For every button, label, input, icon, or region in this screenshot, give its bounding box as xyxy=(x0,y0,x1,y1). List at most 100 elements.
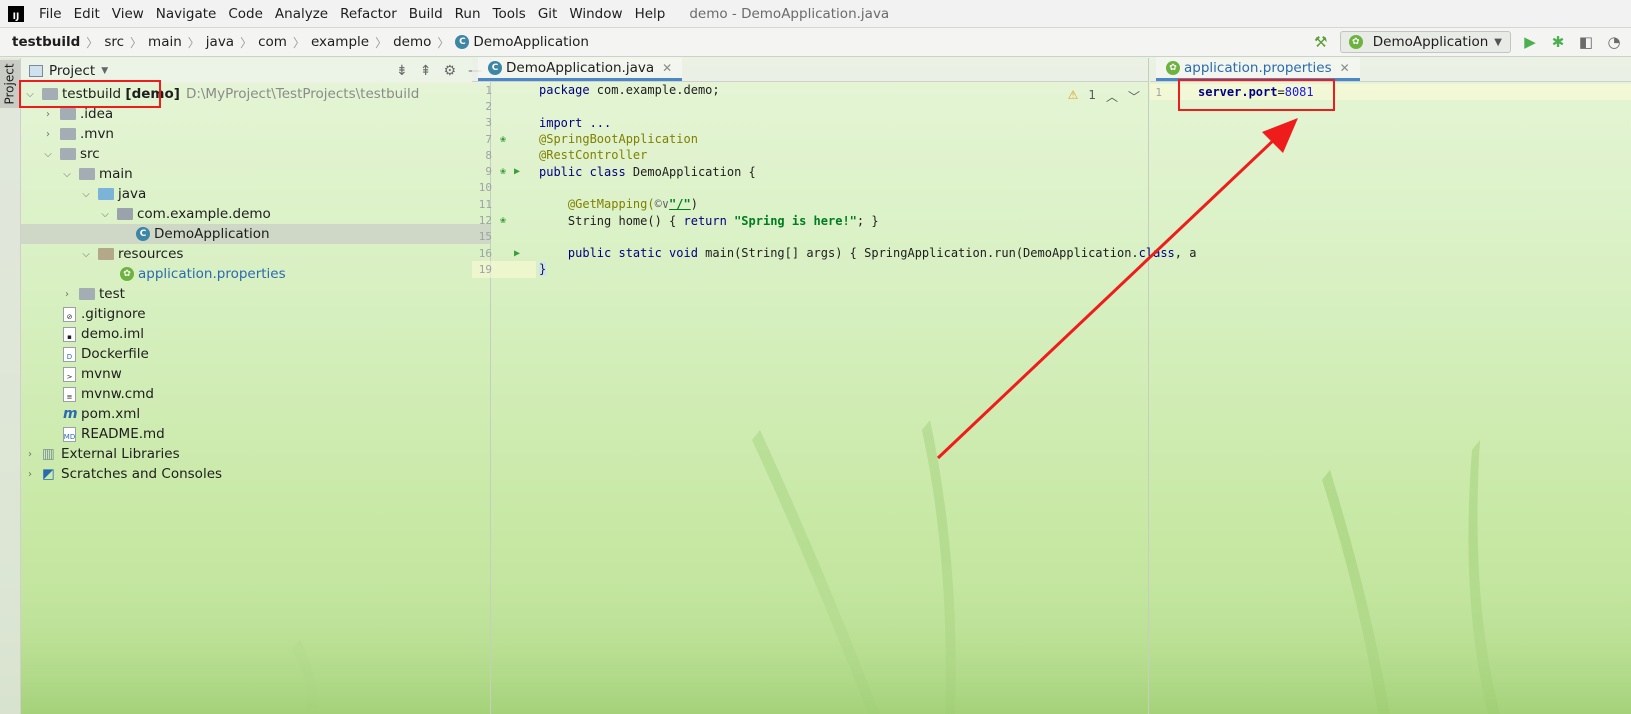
tree-item-pom-xml[interactable]: m pom.xml xyxy=(21,404,490,424)
chevron-right-icon[interactable]: › xyxy=(42,129,54,140)
chevron-right-icon[interactable]: › xyxy=(61,289,73,300)
chevron-right-icon[interactable]: › xyxy=(42,109,54,120)
chevron-down-icon[interactable]: ⌵ xyxy=(61,169,73,180)
editor-tab-bar: C DemoApplication.java ✕ xyxy=(472,57,1148,82)
code-line: @GetMapping(©∨ "/") xyxy=(539,197,698,212)
menu-analyze[interactable]: Analyze xyxy=(269,0,334,28)
tree-item-label: java xyxy=(118,186,147,202)
folder-icon xyxy=(60,128,76,140)
collapse-all-icon[interactable]: ⇞ xyxy=(420,63,432,79)
chevron-down-icon[interactable]: ⌵ xyxy=(42,149,54,160)
breadcrumb-example[interactable]: example xyxy=(311,34,369,50)
tab-label: application.properties xyxy=(1184,59,1332,76)
tree-item-mvnw-cmd[interactable]: ≡ mvnw.cmd xyxy=(21,384,490,404)
tree-item-label: External Libraries xyxy=(61,446,180,462)
close-icon[interactable]: ✕ xyxy=(1340,61,1350,75)
breadcrumb-src[interactable]: src xyxy=(104,34,124,50)
project-panel-title[interactable]: Project xyxy=(49,63,95,79)
project-tool-window-tab[interactable]: Project xyxy=(0,60,20,108)
menu-git[interactable]: Git xyxy=(532,0,564,28)
tree-item-main[interactable]: ⌵ main xyxy=(21,164,490,184)
code-line: import ... xyxy=(539,115,612,130)
tab-demo-application-java[interactable]: C DemoApplication.java ✕ xyxy=(478,57,683,81)
line-number: 8 xyxy=(485,148,492,162)
profile-icon[interactable]: ◔ xyxy=(1605,33,1623,51)
menu-run[interactable]: Run xyxy=(449,0,487,28)
tree-item-java[interactable]: ⌵ java xyxy=(21,184,490,204)
chevron-right-icon: 〉 xyxy=(86,35,99,50)
tree-item-label: application.properties xyxy=(138,266,286,282)
project-panel: Project ▼ ⇟ ⇞ ⚙ — ⌵ testbuild [demo] D:\… xyxy=(21,58,491,714)
tree-item-application-properties[interactable]: ✿ application.properties xyxy=(21,264,490,284)
folder-icon xyxy=(79,288,95,300)
tree-item-package[interactable]: ⌵ com.example.demo xyxy=(21,204,490,224)
tree-item-demo-iml[interactable]: ▪ demo.iml xyxy=(21,324,490,344)
chevron-down-icon[interactable]: ⌵ xyxy=(80,249,92,260)
endpoint-icon[interactable]: ❀ xyxy=(500,215,514,226)
tree-item-src[interactable]: ⌵ src xyxy=(21,144,490,164)
build-hammer-icon[interactable]: ⚒ xyxy=(1312,33,1330,51)
tree-item-dockerfile[interactable]: D Dockerfile xyxy=(21,344,490,364)
line-number: 7 xyxy=(485,132,492,146)
gear-icon[interactable]: ⚙ xyxy=(443,63,456,79)
tree-item-gitignore[interactable]: ⊘ .gitignore xyxy=(21,304,490,324)
tree-item-label: .idea xyxy=(80,106,114,122)
menu-code[interactable]: Code xyxy=(222,0,269,28)
code-line: package com.example.demo; xyxy=(539,83,720,98)
tree-item-external-libraries[interactable]: › ▥ External Libraries xyxy=(21,444,490,464)
breadcrumb-main[interactable]: main xyxy=(148,34,182,50)
spring-bean-icon[interactable]: ❀ xyxy=(500,166,514,177)
tree-item-test[interactable]: › test xyxy=(21,284,490,304)
code-lines: package com.example.demo; import ... @Sp… xyxy=(539,82,1196,278)
run-icon[interactable]: ▶ xyxy=(1521,33,1539,51)
menu-view[interactable]: View xyxy=(106,0,150,28)
tree-item-mvnw[interactable]: > mvnw xyxy=(21,364,490,384)
tree-item-label: demo.iml xyxy=(81,326,144,342)
code-editor[interactable]: 1 2 3 7 ❀ 8 9 ❀ ▶ 10 11 12 ❀ 15 16 ▶ 19 packa… xyxy=(472,82,1196,278)
tree-item-label: DemoApplication xyxy=(154,226,270,242)
tree-item-resources[interactable]: ⌵ resources xyxy=(21,244,490,264)
menu-refactor[interactable]: Refactor xyxy=(334,0,403,28)
chevron-right-icon[interactable]: › xyxy=(24,469,36,480)
run-configuration-label: DemoApplication xyxy=(1372,34,1489,50)
chevron-down-icon[interactable]: ⌵ xyxy=(99,209,111,220)
breadcrumb-java[interactable]: java xyxy=(206,34,234,50)
coverage-icon[interactable]: ◧ xyxy=(1577,33,1595,51)
tree-item-demo-application[interactable]: C DemoApplication xyxy=(21,224,490,244)
iml-file-icon: ▪ xyxy=(63,326,76,342)
chevron-down-icon[interactable]: ▼ xyxy=(101,66,108,76)
tree-item-scratches[interactable]: › ◩ Scratches and Consoles xyxy=(21,464,490,484)
highlight-box-server-port xyxy=(1178,79,1335,111)
module-path: D:\MyProject\TestProjects\testbuild xyxy=(185,86,420,102)
tree-item-label: resources xyxy=(118,246,184,262)
spring-bean-icon[interactable]: ❀ xyxy=(500,134,514,145)
close-icon[interactable]: ✕ xyxy=(662,61,672,75)
navigation-bar: testbuild 〉 src 〉 main 〉 java 〉 com 〉 ex… xyxy=(0,28,1631,57)
breadcrumb-com[interactable]: com xyxy=(258,34,287,50)
breadcrumb-project[interactable]: testbuild xyxy=(12,34,80,50)
menu-navigate[interactable]: Navigate xyxy=(150,0,223,28)
chevron-right-icon[interactable]: › xyxy=(24,449,36,460)
menu-window[interactable]: Window xyxy=(563,0,628,28)
expand-all-icon[interactable]: ⇟ xyxy=(396,63,408,79)
scratches-icon: ◩ xyxy=(42,466,55,482)
tree-item-readme[interactable]: MD README.md xyxy=(21,424,490,444)
run-configuration-select[interactable]: ✿ DemoApplication ▼ xyxy=(1339,31,1511,53)
menu-help[interactable]: Help xyxy=(629,0,672,28)
menu-file[interactable]: File xyxy=(33,0,68,28)
tab-application-properties[interactable]: ✿ application.properties ✕ xyxy=(1156,57,1360,81)
run-gutter-icon[interactable]: ▶ xyxy=(514,166,520,177)
tree-item-mvn[interactable]: › .mvn xyxy=(21,124,490,144)
menu-build[interactable]: Build xyxy=(403,0,449,28)
menu-tools[interactable]: Tools xyxy=(487,0,532,28)
code-line: String home() { return "Spring is here!"… xyxy=(539,213,879,228)
run-gutter-icon[interactable]: ▶ xyxy=(514,248,528,259)
debug-icon[interactable]: ✱ xyxy=(1549,33,1567,51)
chevron-down-icon[interactable]: ⌵ xyxy=(80,189,92,200)
breadcrumb-demo[interactable]: demo xyxy=(393,34,431,50)
menu-edit[interactable]: Edit xyxy=(68,0,106,28)
breadcrumb-class[interactable]: C DemoApplication xyxy=(455,34,589,50)
code-line: @RestController xyxy=(539,148,648,163)
